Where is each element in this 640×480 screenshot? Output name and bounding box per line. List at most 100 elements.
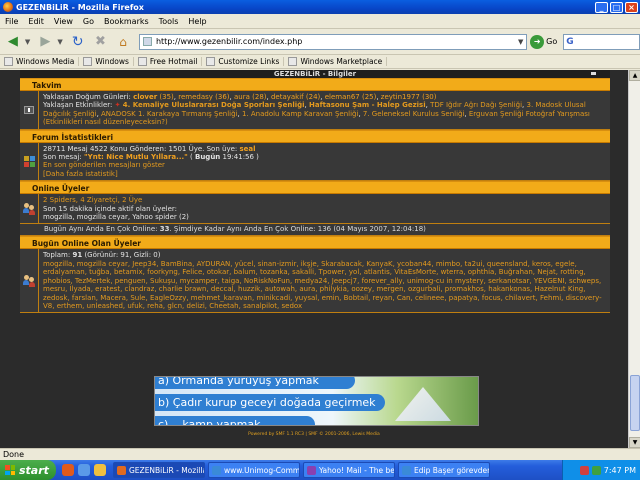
menu-edit[interactable]: Edit: [23, 17, 49, 26]
firefox-quicklaunch-icon[interactable]: [62, 464, 74, 476]
quiz-banner[interactable]: a) Ormanda yürüyüş yapmak b) Çadır kurup…: [154, 376, 479, 426]
birthday-user[interactable]: clover: [133, 93, 157, 101]
today-user-list[interactable]: mogzilla, mogzilla ceyar, Jeep34, BamBin…: [43, 260, 606, 310]
statistics-icon: [23, 155, 35, 167]
bookmarks-toolbar: Windows Media Windows Free Hotmail Custo…: [0, 55, 640, 69]
menu-view[interactable]: View: [49, 17, 78, 26]
maximize-button[interactable]: □: [610, 1, 623, 13]
site-favicon-icon: [142, 37, 152, 46]
go-arrow-icon[interactable]: ➜: [530, 34, 545, 49]
online-user-list[interactable]: mogzilla, mogzilla ceyar, Yahoo spider (…: [43, 213, 606, 221]
address-dropdown-icon[interactable]: ▼: [515, 38, 526, 46]
address-bar[interactable]: http://www.gezenbilir.com/index.php ▼: [138, 33, 528, 50]
banner-option-b: b) Çadır kurup geceyi doğada geçirmek: [155, 394, 385, 411]
bookmark-item[interactable]: Customize Links: [202, 57, 285, 66]
stats-section: 28711 Mesaj 4522 Konu Gönderen: 1501 Üye…: [20, 142, 610, 182]
event-link[interactable]: 4. Kemaliye Uluslararası Doğa Sporları Ş…: [123, 101, 305, 109]
menu-go[interactable]: Go: [78, 17, 99, 26]
board-info-panel: GEZENBiLiR - Bilgiler Takvim Yaklaşan Do…: [20, 70, 610, 314]
stop-icon[interactable]: ✖: [91, 32, 111, 52]
windows-flag-icon: [5, 465, 15, 475]
events-help-link[interactable]: (Etkinlikleri nasıl düzenleyeceksin?): [43, 118, 606, 126]
folder-quicklaunch-icon[interactable]: [94, 464, 106, 476]
taskbar-task[interactable]: www.Unimog-Commu...: [208, 462, 300, 478]
start-button[interactable]: start: [0, 460, 56, 480]
taskbar-task[interactable]: GEZENBiLiR - Mozilla F...: [113, 462, 205, 478]
event-link[interactable]: 7. Geleneksel Kurulus Senliği: [363, 110, 465, 118]
page-viewport: GEZENBiLiR - Bilgiler Takvim Yaklaşan Do…: [0, 70, 628, 448]
google-search-icon[interactable]: G: [566, 37, 573, 47]
event-link[interactable]: ANADOSK 1. Karakaya Tırmanış Şenliği: [101, 110, 237, 118]
bookmark-item[interactable]: Windows Media: [0, 57, 80, 66]
taskbar: start GEZENBiLiR - Mozilla F... www.Unim…: [0, 460, 640, 480]
stats-summary: 28711 Mesaj 4522 Konu Gönderen: 1501 Üye…: [43, 144, 256, 153]
last-member-link[interactable]: seal: [239, 145, 255, 153]
event-link[interactable]: Haftasonu Şam - Halep Gezisi: [309, 101, 426, 109]
go-button[interactable]: Go: [546, 37, 557, 46]
tray-icon[interactable]: [579, 465, 589, 475]
address-input[interactable]: http://www.gezenbilir.com/index.php: [156, 37, 515, 46]
menu-bookmarks[interactable]: Bookmarks: [99, 17, 154, 26]
taskbar-task[interactable]: Yahoo! Mail - The bes...: [303, 462, 395, 478]
users-icon: [23, 203, 35, 216]
online-section: 2 Spiders, 4 Ziyaretçi, 2 Üye Son 15 dak…: [20, 194, 610, 225]
menu-help[interactable]: Help: [183, 17, 211, 26]
forward-history-dropdown-icon[interactable]: ▼: [55, 32, 65, 52]
tray-icon[interactable]: [591, 465, 601, 475]
ie-icon: [212, 465, 221, 475]
home-icon[interactable]: ⌂: [113, 32, 133, 52]
desktop-quicklaunch-icon[interactable]: [78, 464, 90, 476]
taskbar-task[interactable]: Edip Başer görevden ...: [398, 462, 490, 478]
back-history-dropdown-icon[interactable]: ▼: [23, 32, 33, 52]
scroll-thumb[interactable]: [630, 375, 640, 431]
scroll-down-icon[interactable]: ▼: [629, 437, 640, 448]
reload-icon[interactable]: ↻: [68, 32, 88, 52]
calendar-icon: [24, 105, 34, 114]
bookmark-item[interactable]: Windows Marketplace: [284, 57, 388, 66]
ie-icon: [402, 465, 411, 475]
powered-by-footer: Powered by SMF 1.1 RC3 | SMF © 2001-2006…: [248, 432, 380, 437]
forward-arrow-icon[interactable]: ▶: [35, 32, 55, 52]
recent-posts-link[interactable]: En son gönderilen mesajları göster: [43, 161, 606, 169]
today-online-section: Toplam: 91 (Görünür: 91, Gizli: 0) mogzi…: [20, 249, 610, 314]
calendar-section-header: Takvim: [20, 78, 610, 91]
event-link[interactable]: 1. Anadolu Kamp Karavan Şenliği: [242, 110, 358, 118]
minimize-button[interactable]: _: [595, 1, 608, 13]
most-online-strip: Bugün Aynı Anda En Çok Online: 33. Şimdi…: [20, 224, 610, 237]
menu-tools[interactable]: Tools: [154, 17, 184, 26]
birthday-user[interactable]: zeytin1977: [381, 93, 420, 101]
bookmark-item[interactable]: Free Hotmail: [134, 57, 203, 66]
bookmark-icon: [288, 57, 298, 66]
today-online-section-header: Bugün Online Olan Üyeler: [20, 236, 610, 250]
menu-bar: File Edit View Go Bookmarks Tools Help: [0, 14, 640, 29]
vertical-scrollbar[interactable]: ▲ ▼: [628, 70, 640, 448]
close-button[interactable]: ×: [625, 1, 638, 13]
collapse-icon[interactable]: [591, 72, 596, 75]
birthday-user[interactable]: remedasy: [178, 93, 213, 101]
event-link[interactable]: Erguvan Şenliği Fotoğraf Yarışması: [469, 110, 590, 118]
stats-section-header: Forum İstatistikleri: [20, 129, 610, 143]
menu-file[interactable]: File: [0, 17, 23, 26]
birthday-user[interactable]: detayakif: [271, 93, 304, 101]
birthdays-line: Yaklaşan Doğum Günleri: clover (35), rem…: [43, 93, 437, 101]
online-summary-link[interactable]: 2 Spiders, 4 Ziyaretçi, 2 Üye: [43, 196, 606, 204]
birthday-user[interactable]: eleman67: [325, 93, 360, 101]
back-arrow-icon[interactable]: ◀: [3, 32, 23, 52]
event-dot-icon: ✦: [114, 101, 121, 110]
window-titlebar[interactable]: GEZENBiLiR - Mozilla Firefox _ □ ×: [0, 0, 640, 14]
banner-option-c: c) ...kamp yapmak: [155, 416, 315, 425]
event-link[interactable]: TDF Iğdır Ağrı Dağı Şenliği: [430, 101, 522, 109]
bookmark-icon: [137, 57, 147, 66]
search-box[interactable]: G: [563, 33, 640, 50]
users-icon: [23, 275, 35, 288]
birthday-user[interactable]: aura: [234, 93, 250, 101]
info-header: GEZENBiLiR - Bilgiler: [20, 70, 610, 78]
last-message-link[interactable]: "Ynt: Nice Mutlu Yıllara...": [84, 153, 188, 161]
calendar-section: Yaklaşan Doğum Günleri: clover (35), rem…: [20, 91, 610, 130]
scroll-up-icon[interactable]: ▲: [629, 70, 640, 81]
bookmark-icon: [83, 57, 93, 66]
events-line: Yaklaşan Etkinlikler: ✦ 4. Kemaliye Ulus…: [43, 101, 590, 118]
more-stats-link[interactable]: [Daha fazla istatistik]: [43, 170, 606, 178]
bookmark-icon: [206, 57, 216, 66]
bookmark-item[interactable]: Windows: [79, 57, 134, 66]
